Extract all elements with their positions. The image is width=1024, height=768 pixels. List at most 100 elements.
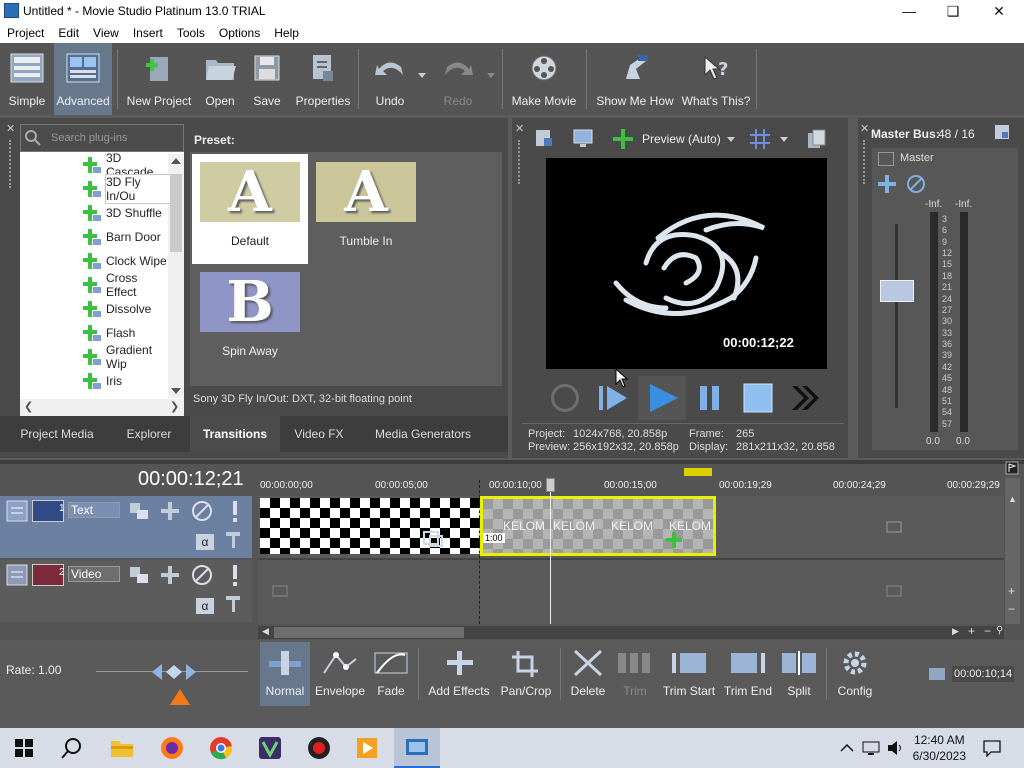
panel-grip[interactable]	[9, 140, 13, 188]
record-button[interactable]	[551, 384, 579, 412]
overlays-chevron-icon[interactable]	[780, 137, 788, 142]
volume-fader[interactable]	[880, 280, 914, 302]
notifications-icon[interactable]	[982, 739, 1002, 757]
compositing-alpha-icon[interactable]: α	[196, 598, 214, 614]
vegas-app-icon[interactable]	[258, 736, 282, 760]
tab-explorer[interactable]: Explorer	[112, 416, 186, 452]
rate-indicator-icon[interactable]	[169, 688, 191, 706]
trim-end-button[interactable]: Trim End	[722, 642, 774, 706]
tree-item-clock-wipe[interactable]: Clock Wipe	[80, 250, 170, 272]
search-icon[interactable]	[61, 737, 83, 759]
panel-grip[interactable]	[863, 140, 867, 184]
compositing-mode-icon[interactable]	[224, 594, 244, 614]
scroll-thumb[interactable]	[170, 174, 182, 252]
menu-options[interactable]: Options	[212, 26, 267, 40]
tree-item-dissolve[interactable]: Dissolve	[80, 298, 170, 320]
fade-tool[interactable]: Fade	[370, 642, 412, 706]
text-clip[interactable]: KELOM KELOM KELOM KELOM 1:00	[480, 496, 716, 556]
track-motion-icon[interactable]	[128, 501, 150, 521]
file-explorer-icon[interactable]	[110, 738, 134, 758]
show-hidden-icons-chevron[interactable]	[840, 743, 854, 753]
master-mute-icon[interactable]	[906, 174, 926, 194]
tree-item-gradient-wipe[interactable]: Gradient Wip	[80, 343, 170, 371]
timeline-hscroll[interactable]: ◀ ▶ + − ⚲	[258, 624, 1004, 639]
panel-grip[interactable]	[518, 140, 522, 184]
scroll-up-icon[interactable]	[171, 158, 181, 164]
volume-icon[interactable]	[886, 740, 904, 756]
menu-edit[interactable]: Edit	[51, 26, 86, 40]
tree-hscrollbar[interactable]: ❮ ❯	[20, 399, 184, 416]
open-button[interactable]: Open	[198, 43, 242, 115]
zoom-in-icon[interactable]: +	[968, 624, 975, 638]
make-movie-button[interactable]: Make Movie	[508, 43, 580, 115]
envelope-edit-tool[interactable]: Envelope	[314, 642, 366, 706]
tree-item-iris[interactable]: Iris	[80, 370, 170, 392]
preview-quality-icon[interactable]	[612, 128, 634, 150]
menu-project[interactable]: Project	[0, 26, 51, 40]
track-header-video[interactable]: 2 Video α	[0, 560, 252, 622]
overlays-grid-icon[interactable]	[749, 128, 771, 150]
pause-icon[interactable]	[698, 382, 722, 414]
external-monitor-icon[interactable]	[572, 128, 594, 148]
track-header-text[interactable]: 1 Text α	[0, 496, 252, 558]
playhead-line[interactable]	[550, 480, 551, 624]
undo-button[interactable]: Undo	[364, 43, 416, 115]
compositing-alpha-icon[interactable]: α	[196, 534, 214, 550]
preview-mode-chevron-icon[interactable]	[727, 137, 735, 142]
config-button[interactable]: Config	[832, 642, 878, 706]
zoom-out-icon[interactable]: −	[984, 624, 991, 638]
firefox-icon[interactable]	[160, 736, 184, 760]
play-from-start-icon[interactable]	[597, 382, 629, 414]
track-solo-icon[interactable]	[230, 564, 240, 586]
copy-snapshot-icon[interactable]	[806, 128, 828, 150]
chrome-icon[interactable]	[209, 736, 233, 760]
new-project-button[interactable]: New Project	[124, 43, 194, 115]
save-button[interactable]: Save	[246, 43, 288, 115]
panel-close-icon[interactable]: ✕	[6, 122, 15, 135]
timeline-vscroll[interactable]: ▲ + −	[1005, 478, 1020, 624]
network-icon[interactable]	[862, 740, 880, 756]
pan-crop-button[interactable]: Pan/Crop	[498, 642, 554, 706]
panel-close-icon[interactable]: ✕	[860, 122, 869, 135]
track-fx-icon[interactable]	[160, 565, 180, 585]
zoom-out-vertical-icon[interactable]: −	[1008, 602, 1015, 616]
track-fx-icon[interactable]	[160, 501, 180, 521]
scroll-down-icon[interactable]	[171, 388, 181, 394]
track-solo-icon[interactable]	[230, 500, 240, 522]
track-expand-icon[interactable]	[6, 500, 28, 522]
windows-start-icon[interactable]	[15, 739, 33, 757]
zoom-in-vertical-icon[interactable]: +	[1008, 584, 1015, 598]
scroll-left-icon[interactable]: ◀	[262, 626, 269, 637]
tab-video-fx[interactable]: Video FX	[284, 416, 354, 452]
master-fx-button[interactable]	[878, 152, 894, 166]
menu-help[interactable]: Help	[267, 26, 306, 40]
track-name[interactable]: Video	[68, 566, 120, 582]
search-plugins-box[interactable]: Search plug-ins	[20, 124, 184, 152]
more-transport-icon[interactable]	[790, 383, 822, 413]
playhead-handle[interactable]	[546, 478, 555, 492]
preview-mode-dropdown[interactable]: Preview (Auto)	[642, 132, 721, 146]
whats-this-button[interactable]: ? What's This?	[682, 43, 750, 115]
track-expand-icon[interactable]	[6, 564, 28, 586]
show-me-how-button[interactable]: Show Me How	[592, 43, 678, 115]
clip-fx-icon[interactable]	[665, 531, 683, 549]
scroll-up-icon[interactable]: ▲	[1008, 494, 1017, 504]
play-button[interactable]	[638, 376, 686, 420]
tab-project-media[interactable]: Project Media	[12, 416, 102, 452]
active-app-highlight[interactable]	[394, 728, 440, 768]
tree-item-flash[interactable]: Flash	[80, 322, 170, 344]
delete-button[interactable]: Delete	[566, 642, 610, 706]
hscroll-thumb[interactable]	[274, 627, 464, 638]
menu-tools[interactable]: Tools	[170, 26, 212, 40]
simple-button[interactable]: Simple	[4, 43, 50, 115]
media-app-icon[interactable]	[355, 736, 379, 760]
zoom-magnifier-icon[interactable]: ⚲	[996, 625, 1003, 636]
maximize-icon[interactable]: ❑	[930, 0, 976, 22]
panel-close-icon[interactable]: ✕	[515, 122, 524, 135]
preset-spin-away[interactable]: B Spin Away	[192, 264, 308, 374]
add-effects-button[interactable]: Add Effects	[424, 642, 494, 706]
tab-media-generators[interactable]: Media Generators	[364, 416, 482, 452]
trim-button[interactable]: Trim	[612, 642, 658, 706]
menu-insert[interactable]: Insert	[126, 26, 170, 40]
redo-dropdown-icon[interactable]	[487, 73, 495, 78]
